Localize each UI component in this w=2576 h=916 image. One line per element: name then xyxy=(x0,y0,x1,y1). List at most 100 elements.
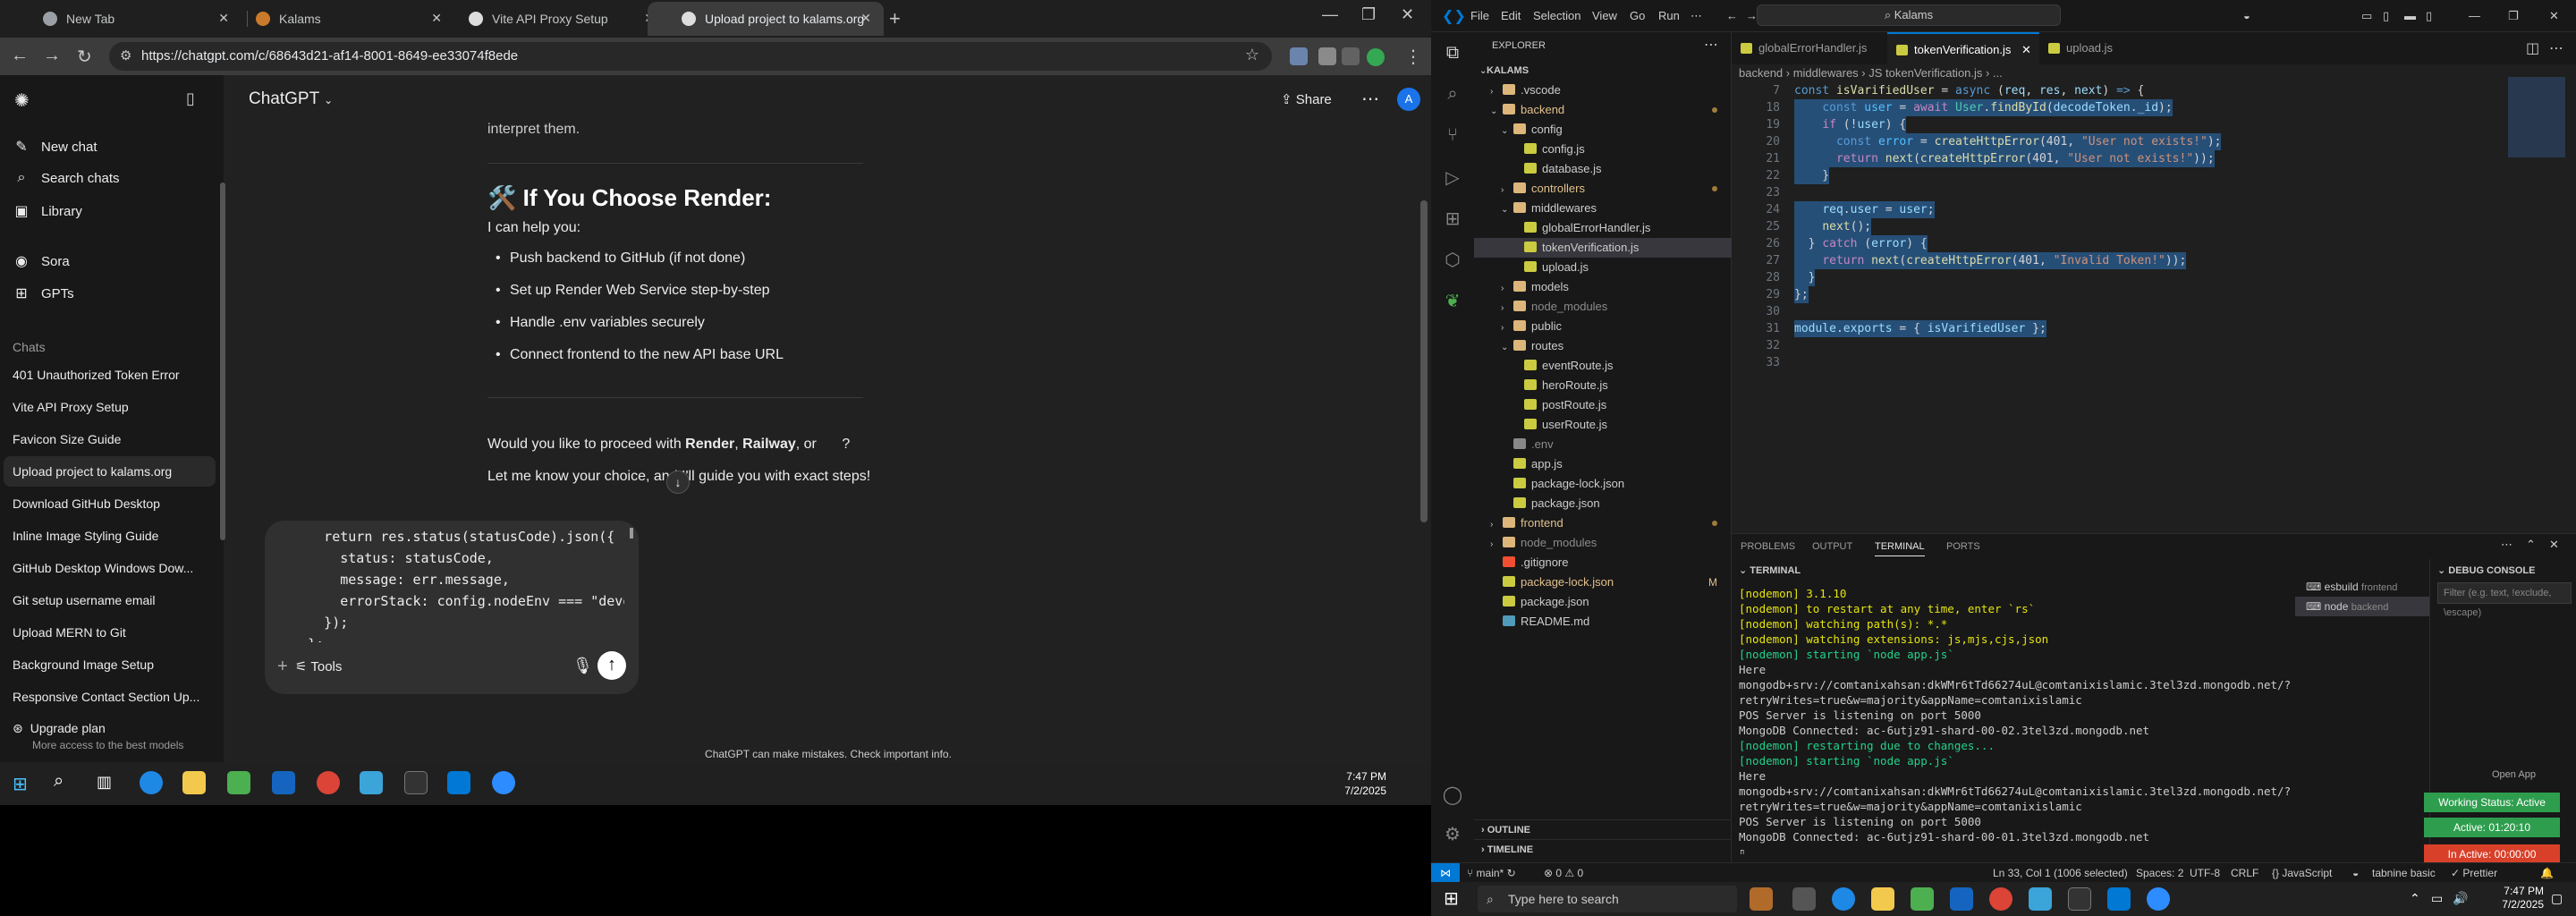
notifications-bell-icon[interactable]: 🔔 xyxy=(2540,867,2554,879)
menu-run[interactable]: Run xyxy=(1658,9,1680,22)
app-icon[interactable] xyxy=(2029,887,2052,911)
tree-file[interactable]: config.js xyxy=(1474,140,1732,159)
close-window-icon[interactable]: ✕ xyxy=(2549,9,2559,23)
close-sidebar-icon[interactable]: ▯ xyxy=(186,89,195,108)
minimize-icon[interactable]: — xyxy=(2469,9,2480,22)
nav-back-icon[interactable]: ← xyxy=(1726,9,1738,22)
extensions-icon[interactable]: ⊞ xyxy=(1442,208,1463,229)
more-options-icon[interactable]: ⋯ xyxy=(1361,88,1379,110)
new-chat-button[interactable]: ✎ New chat xyxy=(13,138,97,156)
zoom-icon[interactable] xyxy=(492,771,515,794)
terminal-output[interactable]: [nodemon] 3.1.10 [nodemon] to restart at … xyxy=(1739,586,2293,854)
minimize-icon[interactable]: — xyxy=(1322,5,1338,24)
toggle-panel-icon[interactable]: ▬ xyxy=(2404,9,2416,22)
explorer-more-icon[interactable]: ⋯ xyxy=(1704,36,1718,54)
extensions-puzzle-icon[interactable] xyxy=(1318,47,1336,65)
browser-menu-icon[interactable]: ⋮ xyxy=(1404,46,1422,68)
tree-folder[interactable]: › public xyxy=(1474,317,1732,336)
tree-folder[interactable]: › node_modules xyxy=(1474,533,1732,553)
gpts-button[interactable]: ⊞ GPTs xyxy=(13,284,73,302)
back-arrow-icon[interactable]: ← xyxy=(11,46,29,66)
share-button[interactable]: ⇪ Share xyxy=(1281,91,1332,107)
git-branch[interactable]: ⑂ main* ↻ xyxy=(1467,867,1516,879)
attach-plus-icon[interactable]: + xyxy=(277,657,288,677)
maximize-icon[interactable]: ❐ xyxy=(2508,9,2519,23)
terminal-session-node[interactable]: ⌨ node backend xyxy=(2295,597,2429,616)
chat-history-item[interactable]: Upload MERN to Git xyxy=(0,617,219,648)
chat-history-item[interactable]: GitHub Desktop Windows Dow... xyxy=(0,553,219,583)
network-icon[interactable]: ▭ xyxy=(2431,891,2443,906)
encoding[interactable]: UTF-8 xyxy=(2190,867,2220,879)
line-ending[interactable]: CRLF xyxy=(2231,867,2258,879)
tree-file[interactable]: heroRoute.js xyxy=(1474,376,1732,395)
forward-arrow-icon[interactable]: → xyxy=(43,46,61,66)
chat-history-item[interactable]: Background Image Setup xyxy=(0,649,219,680)
search-icon[interactable]: ⌕ xyxy=(54,771,64,792)
tree-folder[interactable]: › node_modules xyxy=(1474,297,1732,317)
tree-folder[interactable]: › .vscode xyxy=(1474,81,1732,100)
menu-selection[interactable]: Selection xyxy=(1533,9,1580,22)
tabnine-status[interactable]: tabnine basic xyxy=(2372,867,2436,879)
composer-scrollbar[interactable] xyxy=(630,528,633,539)
notification-center-icon[interactable]: ▢ xyxy=(2551,891,2563,906)
tray-chevron-up-icon[interactable]: ⌃ xyxy=(2410,891,2420,906)
url-text[interactable]: https://chatgpt.com/c/68643d21-af14-8001… xyxy=(141,48,518,64)
problems-count[interactable]: ⊗ 0 ⚠ 0 xyxy=(1544,867,1583,879)
tree-folder[interactable]: ⌄ config xyxy=(1474,120,1732,140)
store-icon[interactable] xyxy=(1911,887,1934,911)
windows-start-icon[interactable]: ⊞ xyxy=(13,773,28,795)
file-explorer-icon[interactable] xyxy=(182,771,206,794)
edge-browser-icon[interactable] xyxy=(1832,887,1855,911)
file-explorer-icon[interactable] xyxy=(1871,887,1894,911)
downloads-icon[interactable] xyxy=(1342,47,1360,65)
copilot-status-icon[interactable]: ◒ xyxy=(2352,867,2359,879)
search-chats-button[interactable]: ⌕ Search chats xyxy=(13,170,120,186)
run-debug-icon[interactable]: ▷ xyxy=(1442,166,1463,188)
tree-file[interactable]: upload.js xyxy=(1474,258,1732,277)
browser-tab-new-tab[interactable]: New Tab ✕ xyxy=(9,2,242,36)
minimap[interactable] xyxy=(2508,77,2565,157)
language-mode[interactable]: {} JavaScript xyxy=(2272,867,2332,879)
chrome-icon[interactable] xyxy=(1989,887,2012,911)
tree-file[interactable]: postRoute.js xyxy=(1474,395,1732,415)
chat-history-item-active[interactable]: Upload project to kalams.org xyxy=(4,456,216,487)
browser-tab-vite-proxy[interactable]: Vite API Proxy Setup ✕ xyxy=(435,2,667,36)
profile-avatar[interactable] xyxy=(1367,48,1385,66)
account-icon[interactable]: ◯ xyxy=(1442,784,1463,805)
maximize-panel-icon[interactable]: ⌃ xyxy=(2526,538,2536,552)
reload-icon[interactable]: ↻ xyxy=(77,46,92,68)
chat-history-item[interactable]: Download GitHub Desktop xyxy=(0,488,219,519)
tree-file[interactable]: .gitignore xyxy=(1474,553,1732,572)
remote-explorer-icon[interactable]: ⬡ xyxy=(1442,249,1463,270)
panel-tab-problems[interactable]: PROBLEMS xyxy=(1741,541,1795,552)
debug-filter-input[interactable]: Filter (e.g. text, !exclude, \escape) xyxy=(2437,582,2572,618)
main-scrollbar[interactable] xyxy=(1420,200,1428,522)
chat-history-item[interactable]: Responsive Contact Section Up... xyxy=(0,682,219,712)
tree-file[interactable]: package.json xyxy=(1474,592,1732,612)
edge-browser-icon[interactable] xyxy=(140,771,163,794)
new-tab-plus-icon[interactable]: + xyxy=(889,7,901,30)
open-app-link[interactable]: Open App xyxy=(2492,769,2536,780)
composer-input[interactable]: return res.status(statusCode).json({ sta… xyxy=(275,526,624,642)
layout-icon[interactable]: ▭ xyxy=(2361,9,2372,23)
library-button[interactable]: ▣ Library xyxy=(13,202,81,220)
terminal-icon[interactable] xyxy=(404,771,428,794)
tree-file[interactable]: README.md xyxy=(1474,612,1732,632)
tree-file[interactable]: tokenVerification.js xyxy=(1474,238,1732,258)
scroll-down-arrow-icon[interactable]: ↓ xyxy=(666,471,690,494)
workspace-root[interactable]: ⌄KALAMS xyxy=(1474,61,1732,81)
panel-tab-ports[interactable]: PORTS xyxy=(1946,541,1980,552)
taskbar-search-box[interactable]: ⌕ Type here to search xyxy=(1478,886,1737,912)
cursor-position[interactable]: Ln 33, Col 1 (1006 selected) xyxy=(1993,867,2128,879)
upgrade-plan-button[interactable]: ⊛ Upgrade plan More access to the best mo… xyxy=(13,721,183,751)
tree-folder[interactable]: ⌄ middlewares xyxy=(1474,199,1732,218)
account-avatar[interactable]: A xyxy=(1397,88,1420,111)
mail-icon[interactable] xyxy=(1950,887,1973,911)
timeline-section[interactable]: › TIMELINE xyxy=(1474,839,1732,859)
editor-tab-globalerrorhandler[interactable]: globalErrorHandler.js xyxy=(1732,32,1887,64)
tree-folder[interactable]: › frontend xyxy=(1474,513,1732,533)
mail-icon[interactable] xyxy=(272,771,295,794)
split-editor-icon[interactable]: ◫ xyxy=(2526,39,2539,57)
store-icon[interactable] xyxy=(227,771,250,794)
search-icon[interactable]: ⌕ xyxy=(1442,84,1463,106)
